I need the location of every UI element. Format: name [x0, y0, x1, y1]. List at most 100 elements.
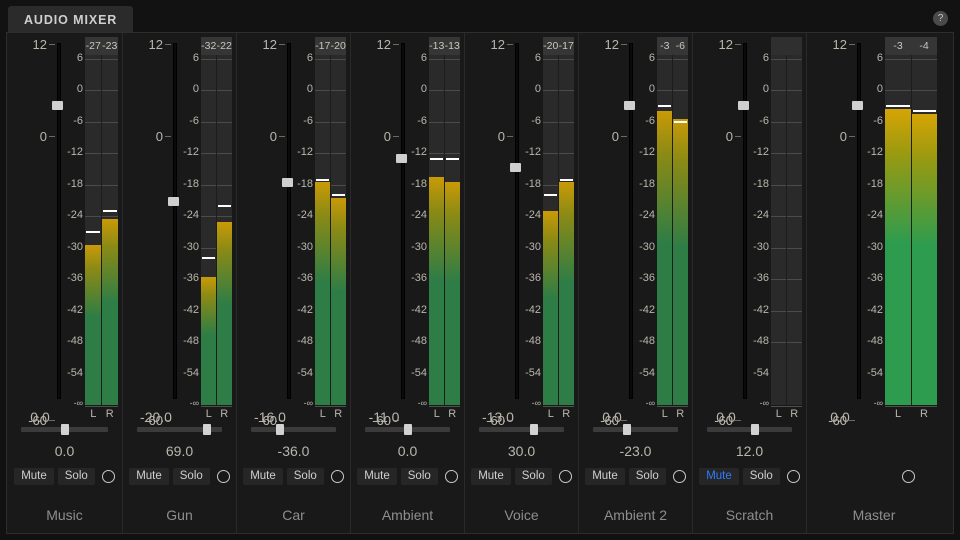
channel-button-row: MuteSolo: [351, 467, 464, 486]
mute-button[interactable]: Mute: [243, 468, 283, 486]
peak-value-left: -17: [315, 37, 331, 55]
meter-scale-label: -54: [753, 367, 769, 379]
volume-fader[interactable]: 120-60: [473, 37, 519, 405]
fader-tick: [849, 44, 855, 45]
peak-hold-line: [218, 205, 231, 207]
meter-scale-label: -30: [753, 241, 769, 253]
meter-scale-label: -36: [867, 272, 883, 284]
pan-slider[interactable]: [593, 427, 678, 432]
channel-lower: 0.0MuteSoloMusic: [7, 405, 122, 533]
meter-scale-label: -30: [411, 241, 427, 253]
volume-fader[interactable]: 120-60: [245, 37, 291, 405]
pan-handle[interactable]: [623, 424, 631, 435]
record-circle-icon[interactable]: [217, 470, 230, 483]
fader-scale-label: 12: [33, 37, 47, 52]
meter-scale-label: -24: [525, 209, 541, 221]
fader-scale-label: 0: [40, 129, 47, 144]
meter-scale-label: -36: [753, 272, 769, 284]
pan-handle[interactable]: [61, 424, 69, 435]
pan-slider[interactable]: [251, 427, 336, 432]
peak-readout-row: -20-17: [543, 37, 574, 55]
pan-value[interactable]: 12.0: [693, 443, 806, 459]
meter-scale-label: 6: [421, 52, 427, 64]
solo-button[interactable]: Solo: [743, 468, 780, 486]
pan-handle[interactable]: [751, 424, 759, 435]
meter-scale-label: -30: [297, 241, 313, 253]
mute-button[interactable]: Mute: [357, 468, 397, 486]
fader-tick: [393, 136, 399, 137]
meter-scale-label: -48: [67, 335, 83, 347]
record-circle-icon[interactable]: [902, 470, 915, 483]
mute-button[interactable]: Mute: [129, 468, 169, 486]
pan-value[interactable]: 69.0: [123, 443, 236, 459]
pan-handle[interactable]: [203, 424, 211, 435]
meter-bar-left: [657, 37, 673, 405]
volume-fader[interactable]: 120-60: [815, 37, 861, 405]
level-meter: 60-6-12-18-24-30-36-42-48-54-∞-17-20LR: [289, 37, 346, 405]
mute-button[interactable]: Mute: [585, 468, 625, 486]
record-circle-icon[interactable]: [445, 470, 458, 483]
solo-button[interactable]: Solo: [58, 468, 95, 486]
fader-tick: [279, 136, 285, 137]
solo-button[interactable]: Solo: [629, 468, 666, 486]
volume-fader[interactable]: 120-60: [359, 37, 405, 405]
channel-name: Gun: [123, 507, 236, 523]
record-circle-icon[interactable]: [787, 470, 800, 483]
channel-strip: 120-600.060-6-12-18-24-30-36-42-48-54-∞L…: [693, 33, 807, 533]
fader-scale-label: 0: [156, 129, 163, 144]
meter-scale-label: 6: [193, 52, 199, 64]
meter-fill: [102, 219, 118, 405]
volume-fader[interactable]: 120-60: [587, 37, 633, 405]
mute-button[interactable]: Mute: [699, 468, 739, 486]
meter-box: -13-13: [429, 37, 460, 405]
meter-scale-label: -54: [525, 367, 541, 379]
pan-slider[interactable]: [365, 427, 450, 432]
peak-value-right: -20: [331, 37, 347, 55]
volume-fader[interactable]: 120-60: [15, 37, 61, 405]
pan-value[interactable]: 0.0: [351, 443, 464, 459]
meter-scale-label: -6: [873, 115, 883, 127]
meter-scale-label: -6: [645, 115, 655, 127]
help-icon[interactable]: ?: [933, 11, 948, 26]
meter-bar-right: [445, 37, 460, 405]
record-circle-icon[interactable]: [102, 470, 115, 483]
solo-button[interactable]: Solo: [515, 468, 552, 486]
pan-handle[interactable]: [404, 424, 412, 435]
meter-scale-label: -48: [183, 335, 199, 347]
meter-scale-label: -24: [639, 209, 655, 221]
meter-scale-label: -12: [753, 146, 769, 158]
meter-scale-label: -48: [297, 335, 313, 347]
meter-bar-left: [771, 37, 787, 405]
peak-value-left: -3: [657, 37, 673, 55]
meter-scale-label: 0: [763, 83, 769, 95]
record-circle-icon[interactable]: [559, 470, 572, 483]
pan-value[interactable]: 30.0: [465, 443, 578, 459]
solo-button[interactable]: Solo: [287, 468, 324, 486]
pan-slider[interactable]: [137, 427, 222, 432]
volume-fader[interactable]: 120-60: [131, 37, 177, 405]
pan-value[interactable]: -23.0: [579, 443, 692, 459]
record-circle-icon[interactable]: [673, 470, 686, 483]
peak-value-left: -27: [85, 37, 102, 55]
pan-handle[interactable]: [530, 424, 538, 435]
mute-button[interactable]: Mute: [14, 468, 54, 486]
pan-slider[interactable]: [21, 427, 108, 432]
peak-value-right: -13: [445, 37, 461, 55]
meter-scale: 60-6-12-18-24-30-36-42-48-54-∞: [59, 37, 83, 405]
pan-handle[interactable]: [276, 424, 284, 435]
mute-button[interactable]: Mute: [471, 468, 511, 486]
meter-scale-label: -54: [867, 367, 883, 379]
tab-audio-mixer[interactable]: AUDIO MIXER: [8, 6, 133, 34]
channel-button-row: MuteSolo: [237, 467, 350, 486]
pan-slider[interactable]: [707, 427, 792, 432]
pan-slider[interactable]: [479, 427, 564, 432]
record-circle-icon[interactable]: [331, 470, 344, 483]
peak-readout-row: -27-23: [85, 37, 118, 55]
volume-fader[interactable]: 120-60: [701, 37, 747, 405]
channel-lower: 12.0MuteSoloScratch: [693, 405, 806, 533]
solo-button[interactable]: Solo: [173, 468, 210, 486]
meter-scale: 60-6-12-18-24-30-36-42-48-54-∞: [175, 37, 199, 405]
solo-button[interactable]: Solo: [401, 468, 438, 486]
pan-value[interactable]: -36.0: [237, 443, 350, 459]
pan-value[interactable]: 0.0: [7, 443, 122, 459]
